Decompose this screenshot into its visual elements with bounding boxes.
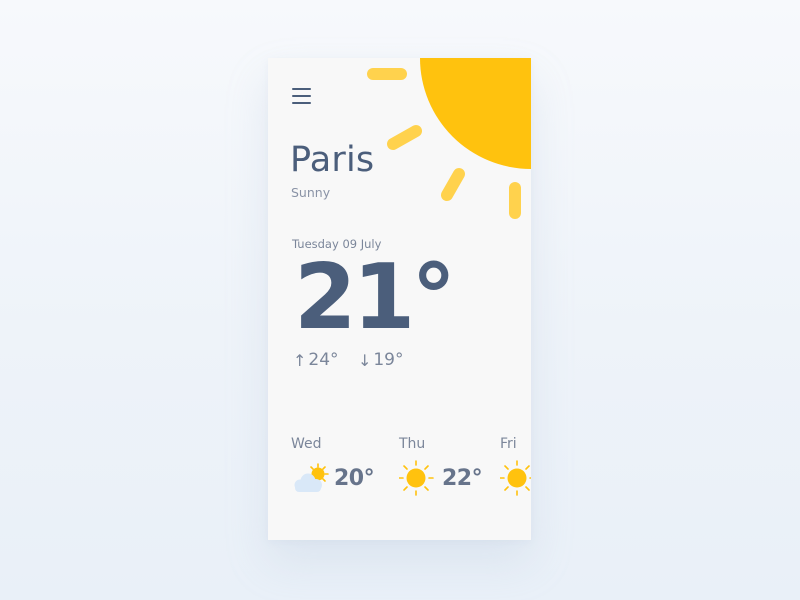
menu-icon[interactable] [291,87,313,105]
weather-card: Paris Sunny Tuesday 09 July 21° ↑ 24° ↓ … [268,58,531,540]
forecast-day-thu[interactable]: Thu 22° [399,436,483,496]
forecast-temperature: 22° [442,465,483,491]
sun-icon [399,460,434,496]
current-temperature: 21° [294,245,456,350]
high-low-temperatures: ↑ 24° ↓ 19° [293,350,418,371]
forecast-day-label: Thu [399,436,426,452]
high-temperature: 24° [308,350,339,370]
sun-icon [500,460,531,496]
forecast-day-label: Fri [500,436,517,452]
partly-cloudy-icon [294,463,329,492]
forecast-day-fri[interactable]: Fri [500,436,531,496]
low-temperature: 19° [373,350,404,370]
arrow-down-icon: ↓ [357,350,372,370]
forecast-day-wed[interactable]: Wed 20° [291,436,375,496]
weather-condition: Sunny [291,185,331,200]
forecast-day-label: Wed [291,436,322,452]
arrow-up-icon: ↑ [293,350,307,370]
city-name: Paris [290,140,375,180]
forecast-temperature: 20° [334,465,375,491]
